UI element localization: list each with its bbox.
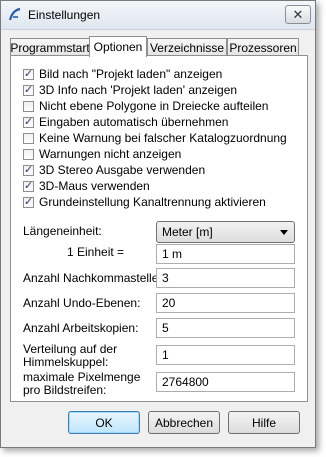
tab-prozessoren[interactable]: Prozessoren [227, 38, 299, 56]
checkbox-label: 3D-Maus verwenden [39, 179, 150, 193]
close-button[interactable]: ✕ [285, 5, 311, 24]
option-row[interactable]: Keine Warnung bei falscher Katalogzuordn… [23, 130, 287, 146]
max-pixels-input[interactable]: 2764800 [156, 372, 295, 392]
work-copies-input[interactable]: 5 [156, 318, 295, 338]
option-row[interactable]: Warnungen nicht anzeigen [23, 146, 181, 162]
decimals-label: Anzahl Nachkommastellen: [23, 271, 169, 285]
unit-equals-input[interactable]: 1 m [156, 244, 295, 264]
help-button[interactable]: Hilfe [228, 411, 300, 434]
tab-label: Programmstart [10, 40, 90, 55]
checkbox-label: Grundeinstellung Kanaltrennung aktiviere… [39, 195, 266, 209]
work-copies-label: Anzahl Arbeitskopien: [23, 321, 139, 335]
checkbox-label: 3D Info nach 'Projekt laden' anzeigen [39, 83, 238, 97]
option-row[interactable]: 3D Info nach 'Projekt laden' anzeigen [23, 82, 237, 98]
checkbox[interactable] [23, 148, 34, 160]
tab-label: Optionen [93, 40, 143, 54]
checkbox-label: Warnungen nicht anzeigen [39, 147, 182, 161]
length-unit-label: Längeneinheit: [23, 224, 102, 238]
checkbox-label: Bild nach "Projekt laden" anzeigen [39, 67, 223, 81]
checkbox-label: 3D Stereo Ausgabe verwenden [39, 163, 206, 177]
decimals-input[interactable]: 3 [156, 268, 295, 288]
tab-label: Prozessoren [229, 40, 297, 55]
close-icon: ✕ [292, 6, 304, 22]
length-unit-value: Meter [m] [162, 225, 213, 239]
checkbox[interactable] [23, 100, 34, 112]
checkbox[interactable] [23, 179, 34, 192]
unit-equals-label: 1 Einheit = [67, 245, 125, 259]
cancel-button[interactable]: Abbrechen [148, 411, 220, 434]
checkbox[interactable] [23, 195, 34, 208]
tab-label: Verzeichnisse [149, 40, 225, 55]
checkbox[interactable] [23, 115, 34, 128]
options-panel: Bild nach "Projekt laden" anzeigen 3D In… [10, 55, 308, 402]
ok-button[interactable]: OK [68, 411, 140, 434]
max-pixels-label-line1: maximale Pixelmenge [23, 370, 141, 384]
sky-distribution-input[interactable]: 1 [156, 345, 295, 365]
cancel-button-label: Abbrechen [154, 415, 214, 430]
undo-levels-input[interactable]: 20 [156, 293, 295, 313]
option-row[interactable]: Bild nach "Projekt laden" anzeigen [23, 66, 222, 82]
help-button-label: Hilfe [251, 415, 276, 430]
checkbox[interactable] [23, 132, 34, 144]
checkbox[interactable] [23, 83, 34, 96]
window-title: Einstellungen [28, 8, 101, 22]
checkbox-label: Eingaben automatisch übernehmen [39, 115, 229, 129]
option-row[interactable]: Eingaben automatisch übernehmen [23, 114, 228, 130]
sky-distribution-label-line2: Himmelskuppel: [23, 355, 109, 369]
checkbox-label: Keine Warnung bei falscher Katalogzuordn… [39, 131, 287, 145]
option-row[interactable]: 3D Stereo Ausgabe verwenden [23, 162, 205, 178]
tab-verzeichnisse[interactable]: Verzeichnisse [147, 38, 227, 56]
checkbox[interactable] [23, 67, 34, 80]
option-row[interactable]: Grundeinstellung Kanaltrennung aktiviere… [23, 194, 266, 210]
max-pixels-label-line2: pro Bildstreifen: [23, 383, 107, 397]
title-bar[interactable]: Einstellungen ✕ [1, 1, 315, 30]
tab-programmstart[interactable]: Programmstart [10, 38, 90, 56]
app-logo-icon [8, 7, 21, 21]
option-row[interactable]: Nicht ebene Polygone in Dreiecke aufteil… [23, 98, 268, 114]
tab-strip: Programmstart Optionen Verzeichnisse Pro… [10, 36, 308, 57]
option-row[interactable]: 3D-Maus verwenden [23, 178, 150, 194]
ok-button-label: OK [95, 415, 113, 430]
chevron-down-icon [280, 230, 288, 235]
checkbox[interactable] [23, 163, 34, 176]
settings-dialog: Einstellungen ✕ Programmstart Optionen V… [0, 0, 316, 448]
checkbox-label: Nicht ebene Polygone in Dreiecke aufteil… [39, 99, 269, 113]
tab-optionen[interactable]: Optionen [89, 36, 147, 57]
sky-distribution-label-line1: Verteilung auf der [23, 342, 118, 356]
undo-levels-label: Anzahl Undo-Ebenen: [23, 296, 141, 310]
length-unit-select[interactable]: Meter [m] [156, 221, 295, 243]
